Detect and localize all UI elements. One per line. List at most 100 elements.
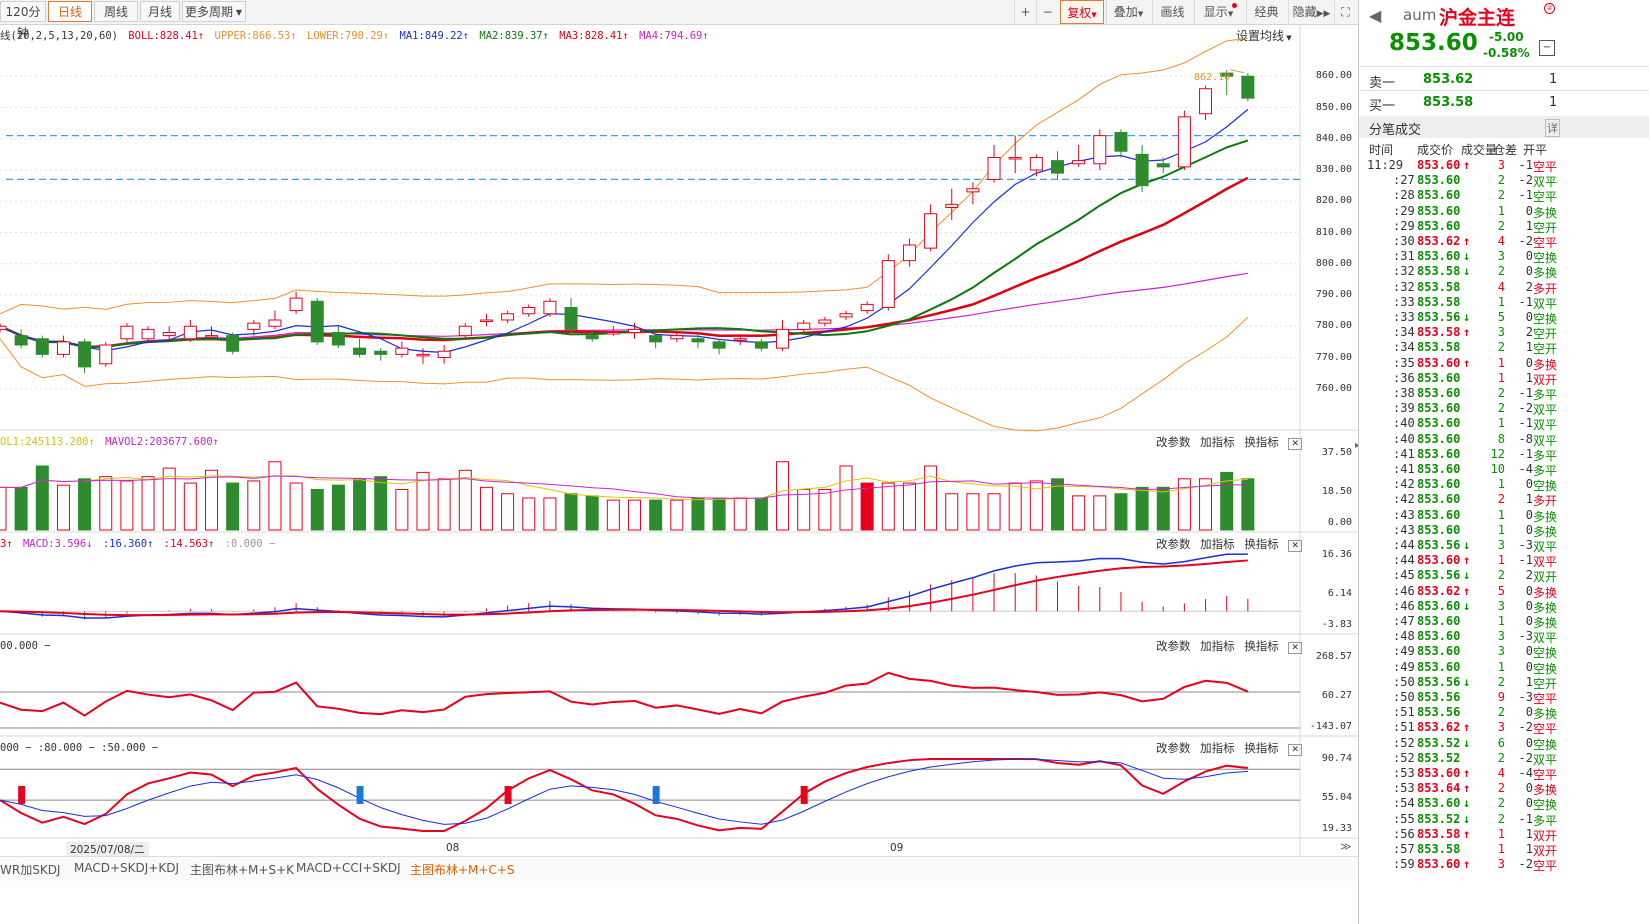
add-indicator-button[interactable]: 加指标 xyxy=(1200,537,1235,551)
macd-dea-line xyxy=(0,559,1248,617)
tick-row: :56 853.58 ↑ 1 1 双开 xyxy=(1359,826,1649,843)
switch-indicator-button[interactable]: 换指标 xyxy=(1244,639,1279,653)
ma3-line xyxy=(0,176,1249,349)
volume-bar xyxy=(56,484,70,531)
candle-up xyxy=(860,303,874,312)
tick-time: :54 xyxy=(1393,796,1415,811)
candle-down xyxy=(374,350,388,355)
volume-bar xyxy=(183,482,197,531)
tick-volume: 3 xyxy=(1497,644,1505,659)
tab-macd-cci-skdj[interactable]: MACD+CCI+SKDJ xyxy=(296,861,401,875)
tick-oi: -2 xyxy=(1518,720,1533,735)
tick-time: :29 xyxy=(1393,218,1415,233)
tick-row: :27 853.60 2 -2 双平 xyxy=(1359,173,1649,189)
tick-oi: 0 xyxy=(1525,203,1533,218)
tab-wr-skdj[interactable]: WR加SKDJ xyxy=(0,861,60,878)
tick-volume: 5 xyxy=(1497,583,1505,598)
candle-down xyxy=(310,300,324,343)
tick-row: :53 853.64 ↑ 2 0 多换 xyxy=(1359,781,1649,797)
add-indicator-button[interactable]: 加指标 xyxy=(1200,741,1235,755)
edit-params-button[interactable]: 改参数 xyxy=(1156,435,1191,449)
cci-axis-label: 268.57 xyxy=(1315,651,1352,662)
tick-arrow-icon: ↓ xyxy=(1463,796,1471,811)
tick-volume: 2 xyxy=(1497,796,1505,811)
volume-bar xyxy=(395,488,409,531)
tick-oi: -2 xyxy=(1518,173,1533,188)
tick-row: :43 853.60 1 0 多换 xyxy=(1359,522,1649,539)
tick-price: 853.58 xyxy=(1417,340,1461,355)
volume-bar xyxy=(353,478,367,531)
volume-bar xyxy=(945,493,959,531)
tick-time: :33 xyxy=(1393,310,1415,324)
prev-contract-icon[interactable]: ◀ xyxy=(1369,6,1381,25)
tick-oi: 0 xyxy=(1525,705,1533,720)
tick-oi: 0 xyxy=(1525,264,1533,279)
volume-bar xyxy=(78,478,92,531)
tick-oi: -2 xyxy=(1518,857,1533,872)
tick-row: :33 853.56 ↓ 5 0 空换 xyxy=(1359,310,1649,326)
edit-params-button[interactable]: 改参数 xyxy=(1156,537,1191,551)
volume-bar xyxy=(226,482,240,531)
tick-price: 853.60 xyxy=(1417,598,1461,613)
tick-price: 853.56 xyxy=(1417,310,1461,324)
tick-price: 853.60 xyxy=(1417,766,1461,780)
tick-time: :51 xyxy=(1393,705,1415,720)
volume-bar xyxy=(374,476,388,531)
close-icon[interactable]: ✕ xyxy=(1288,438,1303,450)
tab-boll-m-c-s[interactable]: 主图布林+M+C+S xyxy=(410,861,515,878)
tick-oi: -2 xyxy=(1518,234,1533,248)
switch-indicator-button[interactable]: 换指标 xyxy=(1244,537,1279,551)
tick-price: 853.58 xyxy=(1417,325,1461,340)
detail-button[interactable]: 详 xyxy=(1545,119,1560,137)
tick-arrow-icon: ↑ xyxy=(1463,826,1471,841)
tick-volume: 2 xyxy=(1497,340,1505,355)
tick-oi: -3 xyxy=(1518,629,1533,644)
tick-arrow-icon: ↑ xyxy=(1463,553,1471,568)
up-arrow-icon: ↑ xyxy=(208,538,215,550)
kline-chart[interactable] xyxy=(0,0,1358,856)
col-type: 开平 xyxy=(1523,143,1548,157)
candle-down xyxy=(353,347,367,355)
switch-indicator-button[interactable]: 换指标 xyxy=(1244,435,1279,449)
tick-row: :43 853.60 1 0 多换 xyxy=(1359,507,1649,524)
scroll-right-icon[interactable]: ≫ xyxy=(1340,840,1352,853)
tick-time: :49 xyxy=(1393,644,1415,659)
tick-time: :51 xyxy=(1393,720,1415,735)
close-icon[interactable]: ✕ xyxy=(1288,540,1303,552)
tick-volume: 1 xyxy=(1497,355,1505,370)
edit-params-button[interactable]: 改参数 xyxy=(1156,639,1191,653)
info-icon[interactable]: ② xyxy=(1544,3,1555,14)
edit-params-button[interactable]: 改参数 xyxy=(1156,741,1191,755)
up-arrow-icon: ↑ xyxy=(147,538,154,550)
price-axis-label: 860.00 xyxy=(1315,70,1352,82)
tick-oi: 1 xyxy=(1525,674,1533,689)
volume-bar xyxy=(987,493,1001,531)
volume-bar xyxy=(501,493,515,531)
tick-arrow-icon: ↑ xyxy=(1463,158,1471,172)
volume-bar xyxy=(606,499,620,531)
tick-row: :32 853.58 ↓ 2 0 多换 xyxy=(1359,264,1649,280)
tick-price: 853.60 xyxy=(1417,614,1461,628)
tab-macd-skdj-kdj[interactable]: MACD+SKDJ+KDJ xyxy=(74,861,179,875)
tick-type: 空平 xyxy=(1533,859,1558,874)
volume-bar xyxy=(289,482,303,531)
close-icon[interactable]: ✕ xyxy=(1288,744,1303,756)
tick-price: 853.58 xyxy=(1417,826,1461,841)
tick-oi: 1 xyxy=(1525,218,1533,233)
close-icon[interactable]: ✕ xyxy=(1288,642,1303,654)
tick-oi: 0 xyxy=(1525,614,1533,628)
tick-price: 853.60 xyxy=(1417,507,1461,522)
tick-volume: 8 xyxy=(1497,431,1505,446)
x-axis-label-09: 09 xyxy=(890,842,904,854)
tick-time: :31 xyxy=(1393,249,1415,264)
price-axis-label: 850.00 xyxy=(1315,101,1352,113)
tick-arrow-icon: ↑ xyxy=(1463,355,1471,370)
add-indicator-button[interactable]: 加指标 xyxy=(1200,435,1235,449)
add-indicator-button[interactable]: 加指标 xyxy=(1200,639,1235,653)
switch-indicator-button[interactable]: 换指标 xyxy=(1244,741,1279,755)
tick-time: :56 xyxy=(1393,826,1415,841)
tab-boll-m-s-k[interactable]: 主图布林+M+S+K xyxy=(190,861,294,878)
tick-row: :29 853.60 2 1 空开 xyxy=(1359,218,1649,235)
collapse-icon[interactable]: − xyxy=(1539,40,1555,56)
tick-price: 853.60 xyxy=(1417,522,1461,537)
